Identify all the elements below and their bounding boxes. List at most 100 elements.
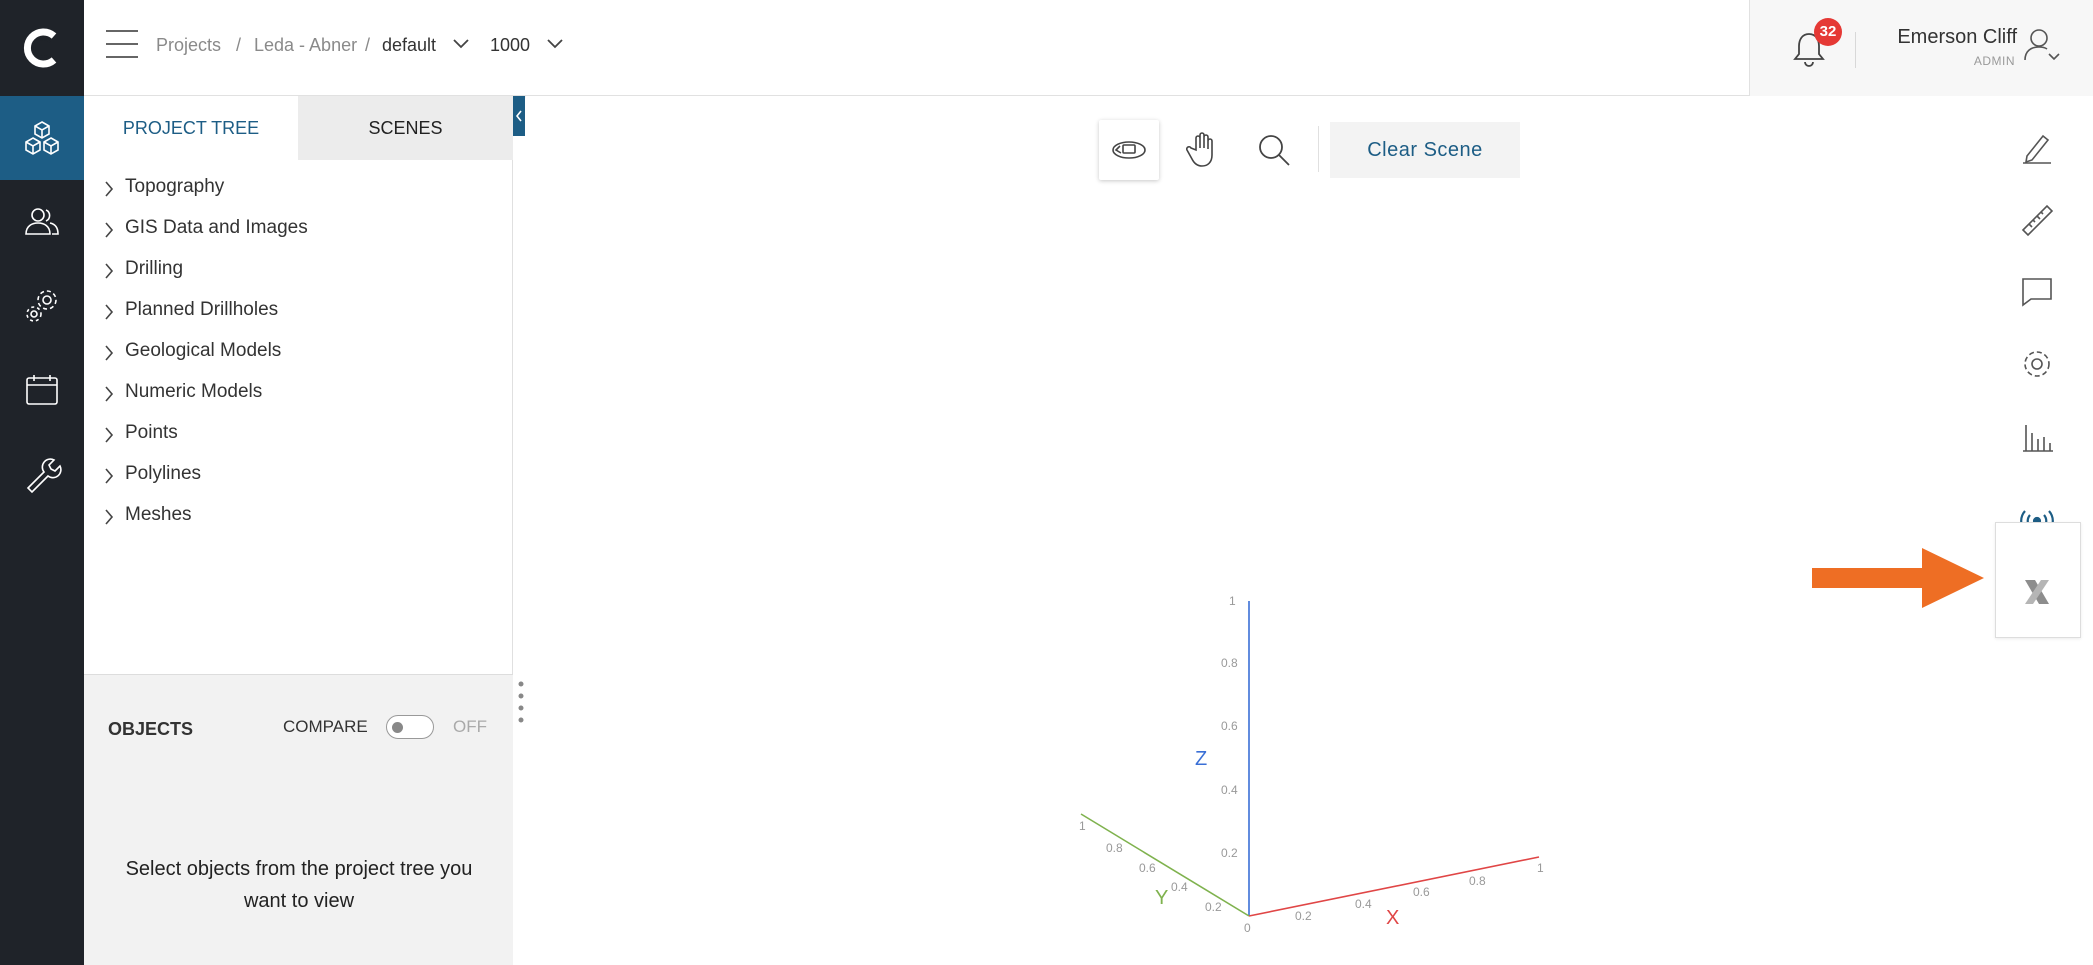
- divider: [1855, 32, 1856, 68]
- left-nav-rail: [0, 0, 84, 965]
- tab-project-tree[interactable]: PROJECT TREE: [84, 96, 298, 160]
- draw-tool-button[interactable]: [2009, 120, 2065, 176]
- tree-item-label: GIS Data and Images: [125, 217, 308, 238]
- chevron-right-icon[interactable]: [104, 508, 114, 526]
- left-panel: PROJECT TREE SCENES Topography GIS Data …: [84, 96, 525, 965]
- breadcrumb-separator: /: [236, 35, 242, 55]
- settings-icon: [2024, 351, 2050, 377]
- tree-item-label: Topography: [125, 176, 225, 197]
- chevron-down-icon[interactable]: [452, 38, 470, 50]
- axes-gizmo: 0 0.2 0.4 0.6 0.8 1 Z 0.2 0.4 0.6 0.8 1 …: [1079, 594, 1544, 935]
- x-tick: 0.2: [1295, 909, 1312, 923]
- tree-item-topography[interactable]: Topography: [84, 168, 513, 209]
- scale-select-value[interactable]: 1000: [490, 35, 530, 56]
- chart-tool-button[interactable]: [2009, 408, 2065, 464]
- x-tick: 1: [1537, 861, 1544, 875]
- x-axis-label: X: [1386, 907, 1399, 929]
- cubes-icon: [25, 121, 59, 155]
- objects-title: OBJECTS: [108, 719, 194, 739]
- breadcrumb-project[interactable]: Leda - Abner: [254, 35, 357, 56]
- tree-item-planned-drillholes[interactable]: Planned Drillholes: [84, 291, 513, 332]
- highlight-arrow: [1812, 548, 1984, 608]
- comment-tool-button[interactable]: [2009, 264, 2065, 320]
- chevron-right-icon[interactable]: [104, 344, 114, 362]
- scenario-select-value[interactable]: default: [382, 35, 436, 56]
- tree-item-label: Drilling: [125, 258, 184, 279]
- user-role: ADMIN: [1973, 54, 2015, 68]
- x-tick: 0.8: [1469, 874, 1486, 888]
- z-tick: 0.2: [1221, 846, 1238, 860]
- wrench-icon: [26, 458, 62, 494]
- tree-item-meshes[interactable]: Meshes: [84, 496, 513, 537]
- toggle-knob: [392, 722, 403, 733]
- top-header: Projects / Leda - Abner / default 1000 3…: [84, 0, 2093, 96]
- user-menu-icon[interactable]: [2023, 26, 2063, 66]
- z-axis-label: Z: [1195, 748, 1207, 770]
- tree-item-label: Meshes: [125, 504, 192, 525]
- chevron-left-icon: [515, 110, 522, 122]
- z-tick: 0.6: [1221, 719, 1238, 733]
- tree-item-numeric-models[interactable]: Numeric Models: [84, 373, 513, 414]
- chevron-right-icon[interactable]: [104, 385, 114, 403]
- rail-item-users[interactable]: [0, 180, 84, 264]
- chevron-right-icon[interactable]: [104, 262, 114, 280]
- tree-item-points[interactable]: Points: [84, 414, 513, 455]
- y-tick: 0.8: [1106, 841, 1123, 855]
- chevron-right-icon[interactable]: [104, 303, 114, 321]
- chevron-right-icon[interactable]: [104, 221, 114, 239]
- settings-tool-button[interactable]: [2009, 336, 2065, 392]
- chevron-right-icon[interactable]: [104, 467, 114, 485]
- objects-section: OBJECTS COMPARE OFF Select objects from …: [84, 674, 513, 965]
- x-tick: 0.6: [1413, 885, 1430, 899]
- pen-icon: [2023, 134, 2051, 164]
- x-logo-icon: [2025, 580, 2049, 604]
- notification-count-badge[interactable]: 32: [1814, 18, 1842, 46]
- rail-item-models[interactable]: [0, 96, 84, 180]
- origin-label: 0: [1244, 921, 1251, 935]
- compare-state-label: OFF: [453, 717, 487, 736]
- ruler-icon: [2021, 204, 2054, 237]
- panel-tabs: PROJECT TREE SCENES: [84, 96, 513, 160]
- bar-chart-icon: [2023, 425, 2053, 452]
- y-tick: 1: [1079, 819, 1086, 833]
- tree-item-gis[interactable]: GIS Data and Images: [84, 209, 513, 250]
- y-tick: 0.4: [1171, 880, 1188, 894]
- x-tick: 0.4: [1355, 897, 1372, 911]
- empty-objects-message: Select objects from the project tree you…: [125, 858, 473, 912]
- tree-item-label: Polylines: [125, 463, 202, 484]
- tree-item-drilling[interactable]: Drilling: [84, 250, 513, 291]
- y-axis-label: Y: [1155, 887, 1168, 909]
- y-tick: 0.6: [1139, 861, 1156, 875]
- tree-item-label: Numeric Models: [125, 381, 263, 402]
- z-tick: 0.8: [1221, 656, 1238, 670]
- user-name[interactable]: Emerson Cliff: [1897, 26, 2017, 49]
- collapse-panel-button[interactable]: [513, 96, 525, 136]
- app-logo[interactable]: [0, 0, 84, 96]
- compare-label: COMPARE: [283, 717, 368, 736]
- 3d-viewport[interactable]: Clear Scene 0 0.2 0.4 0.6 0.8 1 Z 0.2 0.…: [526, 96, 2093, 965]
- tree-item-geological-models[interactable]: Geological Models: [84, 332, 513, 373]
- tree-item-label: Geological Models: [125, 340, 282, 361]
- users-icon: [25, 208, 59, 235]
- compare-toggle[interactable]: [386, 715, 434, 739]
- gears-icon: [26, 290, 57, 322]
- measure-tool-button[interactable]: [2009, 192, 2065, 248]
- rail-item-settings[interactable]: [0, 264, 84, 348]
- chevron-down-icon[interactable]: [546, 38, 564, 50]
- resize-handle-vertical[interactable]: [517, 680, 525, 730]
- rail-item-calendar[interactable]: [0, 348, 84, 432]
- chevron-right-icon[interactable]: [104, 426, 114, 444]
- chevron-right-icon[interactable]: [104, 180, 114, 198]
- tab-scenes[interactable]: SCENES: [298, 96, 513, 160]
- x-extension-button[interactable]: [2009, 564, 2065, 620]
- menu-toggle-button[interactable]: [106, 30, 138, 64]
- breadcrumb-projects[interactable]: Projects: [156, 35, 221, 56]
- tree-item-label: Planned Drillholes: [125, 299, 279, 320]
- breadcrumb-separator: /: [365, 35, 371, 55]
- tree-item-label: Points: [125, 422, 178, 443]
- rail-item-tools[interactable]: [0, 432, 84, 516]
- z-tick: 1: [1229, 594, 1236, 608]
- project-tree: Topography GIS Data and Images Drilling …: [84, 168, 513, 537]
- calendar-icon: [26, 375, 58, 405]
- tree-item-polylines[interactable]: Polylines: [84, 455, 513, 496]
